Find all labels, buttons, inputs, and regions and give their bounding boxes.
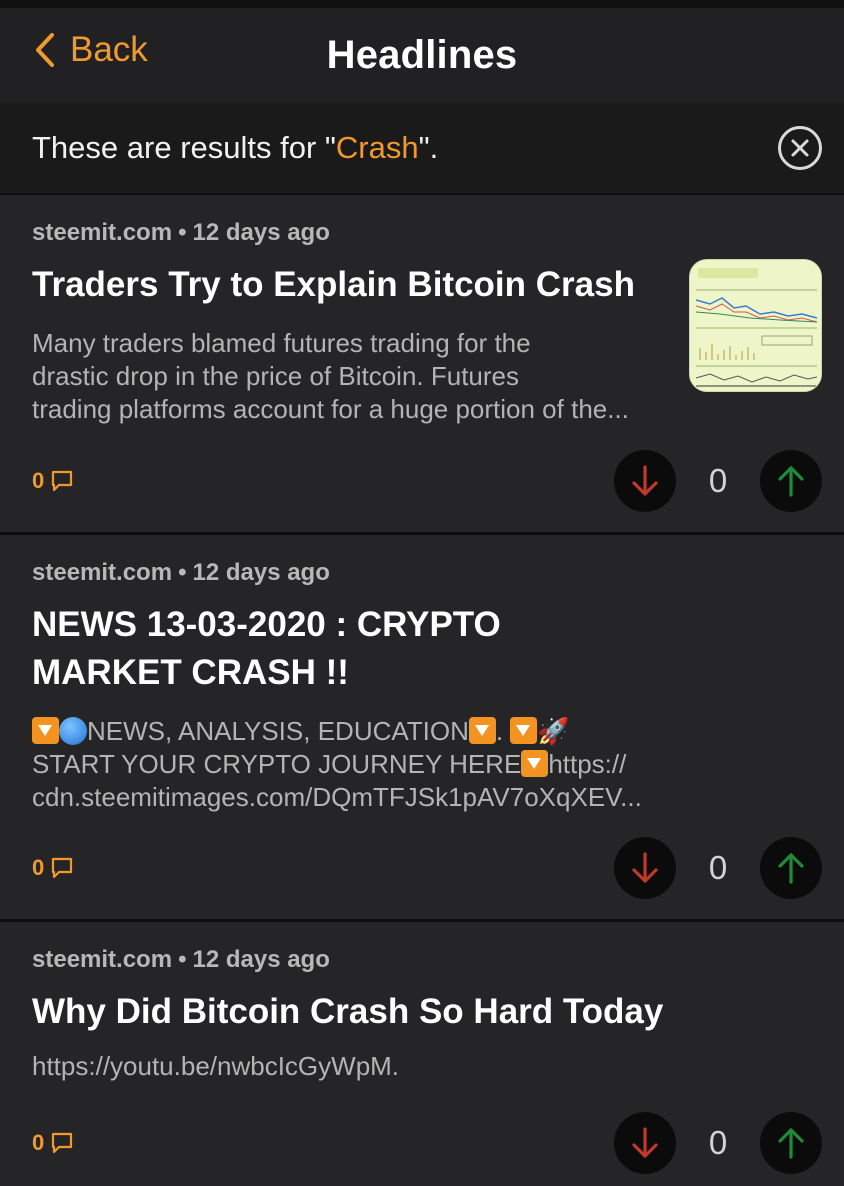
arrow-up-icon (778, 853, 804, 884)
excerpt-line: trading platforms account for a huge por… (32, 394, 629, 424)
vote-controls: 0 (614, 837, 822, 899)
vote-score: 0 (708, 849, 728, 886)
nav-bar: Back Headlines (0, 8, 844, 103)
downvote-button[interactable] (614, 837, 676, 899)
meta-separator: • (178, 946, 187, 973)
results-suffix: ". (418, 130, 439, 165)
upvote-button[interactable] (760, 1112, 822, 1174)
post-title[interactable]: Why Did Bitcoin Crash So Hard Today (32, 988, 822, 1036)
vote-score: 0 (708, 462, 728, 499)
globe-emoji-icon (59, 717, 87, 745)
post-footer: 0 0 (32, 837, 822, 899)
excerpt-line: START YOUR CRYPTO JOURNEY HERE https:// (32, 748, 682, 781)
post-age: 12 days ago (192, 219, 330, 246)
chart-thumbnail-image (690, 260, 821, 391)
search-results-bar: These are results for "Crash". (0, 103, 844, 195)
post-excerpt: https://youtu.be/nwbcIcGyWpM. (32, 1050, 682, 1083)
post-card[interactable]: steemit.com • 12 days ago Why Did Bitcoin … (0, 922, 844, 1186)
comments-button[interactable]: 0 (32, 1130, 74, 1156)
arrow-down-icon (632, 465, 658, 496)
down-button-emoji-icon (32, 717, 59, 744)
close-icon (791, 139, 809, 157)
post-footer: 0 0 (32, 450, 822, 512)
vote-score: 0 (708, 1124, 728, 1161)
down-button-emoji-icon (468, 717, 496, 744)
post-card[interactable]: steemit.com • 12 days ago NEWS 13-03-2020 … (0, 535, 844, 922)
arrow-down-icon (632, 1127, 658, 1158)
comment-count: 0 (32, 468, 45, 493)
meta-separator: • (178, 559, 187, 586)
upvote-button[interactable] (760, 837, 822, 899)
back-button[interactable]: Back (34, 30, 148, 70)
upvote-button[interactable] (760, 450, 822, 512)
post-meta: steemit.com • 12 days ago (32, 219, 822, 251)
downvote-button[interactable] (614, 450, 676, 512)
post-age: 12 days ago (192, 946, 330, 973)
excerpt-line: https://youtu.be/nwbcIcGyWpM. (32, 1051, 400, 1081)
back-label: Back (70, 30, 148, 69)
vote-controls: 0 (614, 450, 822, 512)
post-card[interactable]: steemit.com • 12 days ago Traders Try to E… (0, 195, 844, 535)
post-footer: 0 0 (32, 1112, 822, 1174)
arrow-up-icon (778, 466, 804, 497)
rocket-emoji-icon: 🚀 (537, 716, 570, 746)
down-button-emoji-icon (510, 717, 538, 744)
post-age: 12 days ago (192, 559, 330, 586)
arrow-down-icon (632, 852, 658, 883)
excerpt-text: NEWS, ANALYSIS, EDUCATION (87, 716, 469, 746)
excerpt-line: drastic drop in the price of Bitcoin. Fu… (32, 361, 520, 391)
post-meta: steemit.com • 12 days ago (32, 946, 822, 978)
post-excerpt: NEWS, ANALYSIS, EDUCATION. 🚀 START YOUR … (32, 715, 682, 814)
results-text: These are results for "Crash". (32, 130, 438, 166)
page-title: Headlines (326, 33, 518, 77)
comment-count: 0 (32, 1130, 45, 1155)
post-title[interactable]: Traders Try to Explain Bitcoin Crash (32, 261, 672, 309)
excerpt-link: https:// (548, 749, 627, 779)
excerpt-line: Many traders blamed futures trading for … (32, 328, 531, 358)
comment-count: 0 (32, 855, 45, 880)
post-source[interactable]: steemit.com (32, 559, 172, 586)
post-source[interactable]: steemit.com (32, 219, 172, 246)
comment-icon (52, 470, 73, 492)
post-excerpt: Many traders blamed futures trading for … (32, 327, 682, 426)
comment-icon (52, 857, 73, 879)
arrow-up-icon (778, 1128, 804, 1159)
down-button-emoji-icon (521, 750, 549, 777)
post-title[interactable]: NEWS 13-03-2020 : CRYPTO MARKET CRASH !! (32, 601, 822, 697)
meta-separator: • (178, 219, 187, 246)
post-thumbnail[interactable] (689, 259, 822, 392)
clear-search-button[interactable] (778, 126, 822, 170)
search-query: Crash (335, 130, 419, 165)
results-prefix: These are results for " (32, 130, 336, 165)
post-meta: steemit.com • 12 days ago (32, 559, 822, 591)
excerpt-line: cdn.steemitimages.com/DQmTFJSk1pAV7oXqXE… (32, 782, 642, 812)
excerpt-text: START YOUR CRYPTO JOURNEY HERE (32, 749, 522, 779)
comments-button[interactable]: 0 (32, 468, 74, 494)
downvote-button[interactable] (614, 1112, 676, 1174)
excerpt-line: NEWS, ANALYSIS, EDUCATION. 🚀 (32, 715, 682, 748)
vote-controls: 0 (614, 1112, 822, 1174)
status-strip (0, 0, 844, 8)
chevron-left-icon (36, 33, 54, 67)
title-line: NEWS 13-03-2020 : CRYPTO (32, 605, 501, 644)
comment-icon (52, 1132, 73, 1154)
title-line: MARKET CRASH !! (32, 653, 349, 692)
excerpt-text: . (495, 716, 511, 746)
post-source[interactable]: steemit.com (32, 946, 172, 973)
comments-button[interactable]: 0 (32, 855, 74, 881)
